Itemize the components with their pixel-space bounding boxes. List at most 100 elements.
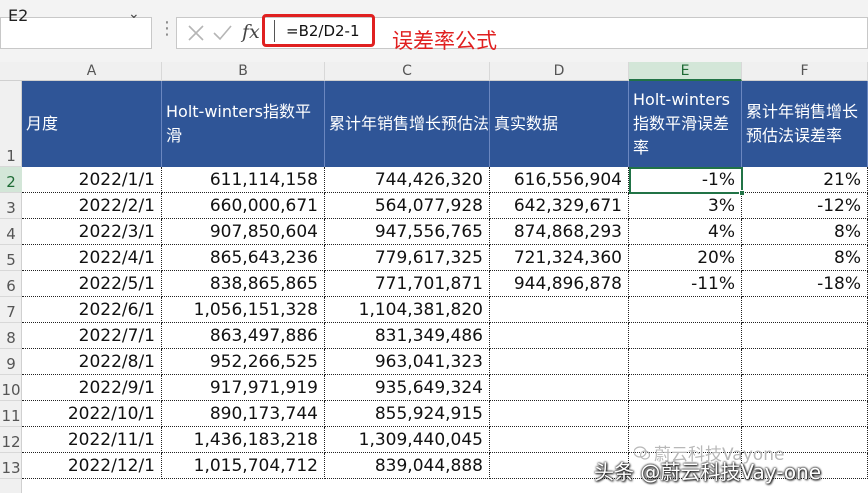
cell-real[interactable] <box>490 375 629 401</box>
cell-cumulative-error[interactable] <box>742 349 868 375</box>
column-header-f[interactable]: F <box>742 62 868 81</box>
cell-cumulative-error[interactable]: -18% <box>742 271 868 297</box>
row-header-8[interactable]: 8 <box>0 323 22 349</box>
cell-real[interactable] <box>490 349 629 375</box>
header-cell-real[interactable]: 真实数据 <box>490 81 629 167</box>
cell-cumulative-error[interactable] <box>742 401 868 427</box>
row-header-3[interactable]: 3 <box>0 193 22 219</box>
header-cell-cumulative[interactable]: 累计年销售增长预估法 <box>325 81 490 167</box>
cell-cumulative-error[interactable] <box>742 375 868 401</box>
cell-holt-error[interactable]: 3% <box>629 193 742 219</box>
cell-month[interactable]: 2022/6/1 <box>22 297 162 323</box>
cell-month[interactable]: 2022/3/1 <box>22 219 162 245</box>
column-header-row: A B C D E F <box>0 62 868 81</box>
cell-holt[interactable]: 907,850,604 <box>162 219 325 245</box>
cell-holt-error[interactable]: 4% <box>629 219 742 245</box>
cell-month[interactable]: 2022/7/1 <box>22 323 162 349</box>
header-cell-holt[interactable]: Holt-winters指数平滑 <box>162 81 325 167</box>
cell-cumulative[interactable]: 963,041,323 <box>325 349 490 375</box>
column-header-c[interactable]: C <box>325 62 490 81</box>
cell-cumulative[interactable]: 1,309,440,045 <box>325 427 490 453</box>
cell-holt-error[interactable] <box>629 401 742 427</box>
row-header-2[interactable]: 2 <box>0 167 22 193</box>
cell-real[interactable]: 874,868,293 <box>490 219 629 245</box>
cell-cumulative[interactable]: 744,426,320 <box>325 167 490 193</box>
cell-holt-error[interactable] <box>629 375 742 401</box>
cell-cumulative-error[interactable] <box>742 297 868 323</box>
cancel-icon[interactable] <box>184 21 208 45</box>
cell-holt-error[interactable] <box>629 297 742 323</box>
row-header-11[interactable]: 11 <box>0 401 22 427</box>
cell-cumulative[interactable]: 855,924,915 <box>325 401 490 427</box>
cell-cumulative[interactable]: 947,556,765 <box>325 219 490 245</box>
cell-holt-error[interactable]: 20% <box>629 245 742 271</box>
cell-holt[interactable]: 1,056,151,328 <box>162 297 325 323</box>
cell-month[interactable]: 2022/11/1 <box>22 427 162 453</box>
fx-icon[interactable]: fx <box>242 21 260 43</box>
cell-month[interactable]: 2022/8/1 <box>22 349 162 375</box>
cell-cumulative-error[interactable]: 8% <box>742 219 868 245</box>
checkmark-icon[interactable] <box>210 21 234 45</box>
cell-real[interactable]: 616,556,904 <box>490 167 629 193</box>
row-header-9[interactable]: 9 <box>0 349 22 375</box>
cell-real[interactable] <box>490 401 629 427</box>
row-header-10[interactable]: 10 <box>0 375 22 401</box>
cell-holt[interactable]: 660,000,671 <box>162 193 325 219</box>
chevron-down-icon[interactable]: ⌄ <box>128 6 140 22</box>
cell-cumulative-error[interactable]: 8% <box>742 245 868 271</box>
cell-real[interactable] <box>490 427 629 453</box>
cell-cumulative-error[interactable] <box>742 323 868 349</box>
cell-real[interactable] <box>490 323 629 349</box>
cell-month[interactable]: 2022/12/1 <box>22 453 162 479</box>
cell-month[interactable]: 2022/1/1 <box>22 167 162 193</box>
cell-holt[interactable]: 838,865,865 <box>162 271 325 297</box>
header-cell-holt-error[interactable]: Holt-winters指数平滑误差率 <box>629 81 742 167</box>
row-header-1[interactable]: 1 <box>0 81 22 167</box>
cell-holt[interactable]: 890,173,744 <box>162 401 325 427</box>
row-header-7[interactable]: 7 <box>0 297 22 323</box>
cell-holt[interactable]: 952,266,525 <box>162 349 325 375</box>
cell-holt[interactable]: 1,436,183,218 <box>162 427 325 453</box>
cell-real[interactable]: 944,896,878 <box>490 271 629 297</box>
cell-cumulative[interactable]: 564,077,928 <box>325 193 490 219</box>
cell-cumulative[interactable]: 935,649,324 <box>325 375 490 401</box>
cell-holt[interactable]: 611,114,158 <box>162 167 325 193</box>
annotation-label: 误差率公式 <box>392 29 497 53</box>
cell-cumulative-error[interactable]: -12% <box>742 193 868 219</box>
header-cell-month[interactable]: 月度 <box>22 81 162 167</box>
cell-holt[interactable]: 863,497,886 <box>162 323 325 349</box>
cell-cumulative[interactable]: 839,044,888 <box>325 453 490 479</box>
cell-cumulative[interactable]: 1,104,381,820 <box>325 297 490 323</box>
column-header-b[interactable]: B <box>162 62 325 81</box>
row-header-6[interactable]: 6 <box>0 271 22 297</box>
row-header-4[interactable]: 4 <box>0 219 22 245</box>
cell-cumulative[interactable]: 831,349,486 <box>325 323 490 349</box>
cell-month[interactable]: 2022/5/1 <box>22 271 162 297</box>
column-header-a[interactable]: A <box>22 62 162 81</box>
cell-holt-error[interactable] <box>629 349 742 375</box>
cell-month[interactable]: 2022/10/1 <box>22 401 162 427</box>
cell-cumulative-error[interactable]: 21% <box>742 167 868 193</box>
cell-cumulative[interactable]: 779,617,325 <box>325 245 490 271</box>
cell-holt-error[interactable]: -11% <box>629 271 742 297</box>
cell-month[interactable]: 2022/4/1 <box>22 245 162 271</box>
cell-holt[interactable]: 1,015,704,712 <box>162 453 325 479</box>
row-header-5[interactable]: 5 <box>0 245 22 271</box>
splitter-dots-icon[interactable]: ⋮ <box>158 18 176 39</box>
cell-real[interactable]: 721,324,360 <box>490 245 629 271</box>
row-header-13[interactable]: 13 <box>0 453 22 479</box>
cell-month[interactable]: 2022/9/1 <box>22 375 162 401</box>
cell-month[interactable]: 2022/2/1 <box>22 193 162 219</box>
cell-real[interactable] <box>490 297 629 323</box>
row-header-12[interactable]: 12 <box>0 427 22 453</box>
cell-holt[interactable]: 917,971,919 <box>162 375 325 401</box>
cell-real[interactable]: 642,329,671 <box>490 193 629 219</box>
fill-handle[interactable] <box>739 190 745 196</box>
cell-holt[interactable]: 865,643,236 <box>162 245 325 271</box>
header-cell-cumulative-error[interactable]: 累计年销售增长预估法误差率 <box>742 81 868 167</box>
column-header-d[interactable]: D <box>490 62 629 81</box>
column-header-e[interactable]: E <box>629 62 742 81</box>
name-box-value: E2 <box>8 6 29 25</box>
cell-holt-error[interactable] <box>629 323 742 349</box>
cell-cumulative[interactable]: 771,701,871 <box>325 271 490 297</box>
